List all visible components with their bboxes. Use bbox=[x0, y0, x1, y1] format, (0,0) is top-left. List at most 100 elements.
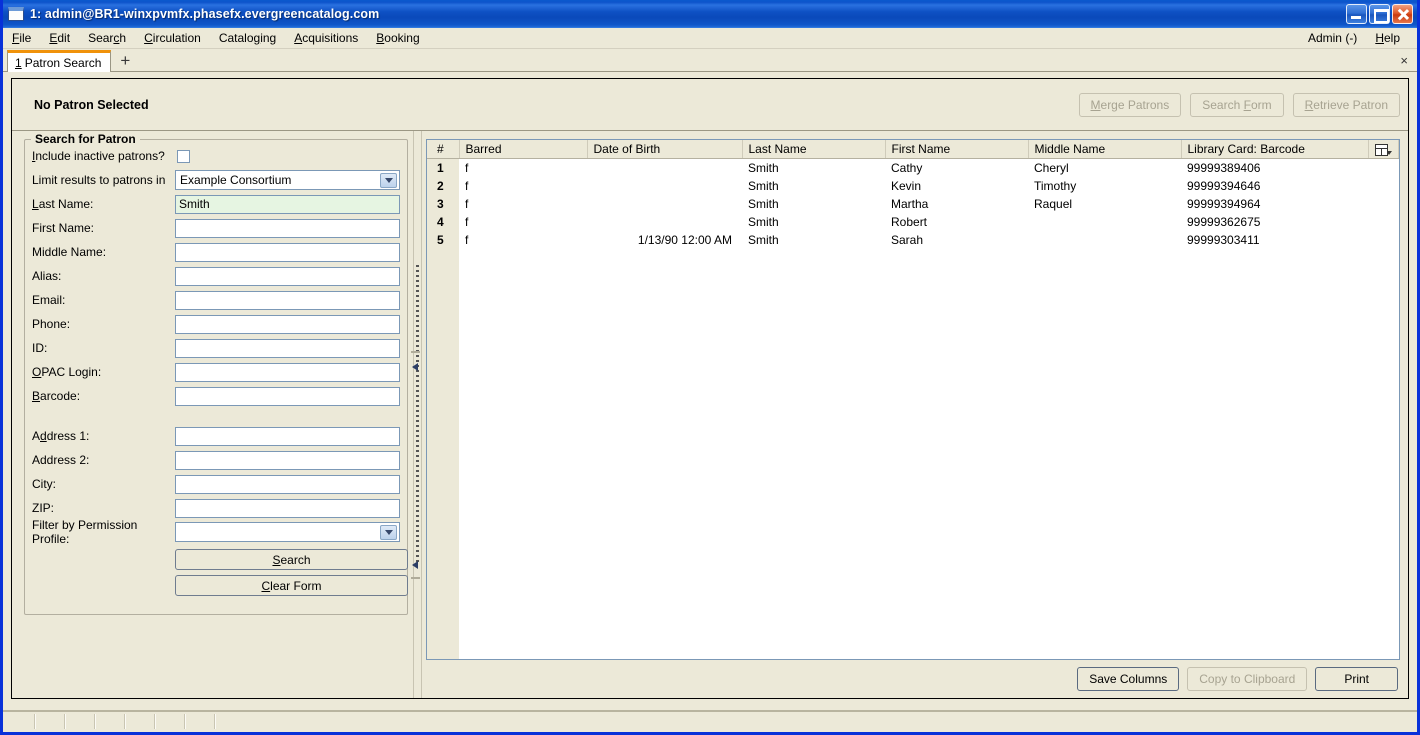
column-header-library-card[interactable]: Library Card: Barcode bbox=[1181, 140, 1369, 159]
phone-label: Phone: bbox=[32, 317, 71, 331]
menu-acquisitions[interactable]: Acquisitions bbox=[285, 29, 367, 47]
first-name-label: First Name: bbox=[32, 221, 95, 235]
panel-splitter[interactable] bbox=[408, 131, 426, 698]
row-limit-results: Limit results to patrons in Example Cons… bbox=[32, 168, 400, 192]
search-form-button[interactable]: Search Form bbox=[1190, 92, 1284, 117]
status-cell-3 bbox=[66, 714, 96, 729]
address2-input[interactable] bbox=[175, 450, 400, 470]
table-row[interactable]: 1 f Smith Cathy Cheryl 99999389406 bbox=[427, 158, 1399, 177]
barcode-label: Barcode: bbox=[32, 389, 81, 403]
collapse-left-arrow-icon-2[interactable] bbox=[412, 561, 418, 569]
patron-header-buttons: Merge Patrons Search Form Retrieve Patro… bbox=[1078, 92, 1400, 117]
cell-last-name: Smith bbox=[748, 214, 779, 229]
last-name-input[interactable] bbox=[175, 194, 400, 214]
email-label: Email: bbox=[32, 293, 66, 307]
application-window: 1: admin@BR1-winxpvmfx.phasefx.evergreen… bbox=[0, 0, 1420, 735]
opac-login-label: OPAC Login: bbox=[32, 365, 102, 379]
title-bar: 1: admin@BR1-winxpvmfx.phasefx.evergreen… bbox=[3, 0, 1417, 28]
print-button[interactable]: Print bbox=[1315, 667, 1398, 691]
zip-input[interactable] bbox=[175, 498, 400, 518]
close-tab-button[interactable]: × bbox=[1400, 53, 1417, 68]
id-input[interactable] bbox=[175, 338, 400, 358]
collapse-left-arrow-icon[interactable] bbox=[412, 363, 418, 371]
splitter-grip[interactable] bbox=[415, 264, 419, 565]
cell-barcode: 99999394646 bbox=[1187, 178, 1261, 193]
retrieve-patron-button[interactable]: Retrieve Patron bbox=[1292, 92, 1400, 117]
menu-file[interactable]: File bbox=[3, 29, 40, 47]
menu-bar-right: Admin (-) Help bbox=[1299, 29, 1417, 47]
limit-results-select[interactable]: Example Consortium bbox=[175, 170, 400, 190]
search-button[interactable]: Search bbox=[175, 549, 408, 570]
column-picker-icon bbox=[1375, 143, 1388, 156]
column-header-first-name[interactable]: First Name bbox=[885, 140, 1029, 159]
city-input[interactable] bbox=[175, 474, 400, 494]
table-row[interactable]: 3 f Smith Martha Raquel 99999394964 bbox=[427, 194, 1399, 213]
include-inactive-checkbox[interactable] bbox=[177, 149, 190, 163]
close-button[interactable] bbox=[1392, 4, 1413, 24]
column-header-last-name[interactable]: Last Name bbox=[742, 140, 886, 159]
barcode-input[interactable] bbox=[175, 386, 400, 406]
row-middle-name: Middle Name: bbox=[32, 240, 400, 264]
cell-index: 4 bbox=[427, 212, 459, 231]
merge-patrons-button[interactable]: Merge Patrons bbox=[1078, 92, 1182, 117]
alias-input[interactable] bbox=[175, 266, 400, 286]
column-header-index[interactable]: # bbox=[427, 140, 460, 159]
copy-to-clipboard-button[interactable]: Copy to Clipboard bbox=[1187, 667, 1308, 691]
row-last-name: Last Name: bbox=[32, 192, 400, 216]
menu-search[interactable]: Search bbox=[79, 29, 135, 47]
results-table-body: 1 f Smith Cathy Cheryl 99999389406 2 f S… bbox=[427, 158, 1399, 249]
limit-results-label: Limit results to patrons in bbox=[32, 173, 166, 187]
first-name-input[interactable] bbox=[175, 218, 400, 238]
menu-admin[interactable]: Admin (-) bbox=[1299, 29, 1366, 47]
patron-header-bar: No Patron Selected Merge Patrons Search … bbox=[12, 79, 1408, 131]
address1-input[interactable] bbox=[175, 426, 400, 446]
save-columns-button[interactable]: Save Columns bbox=[1077, 667, 1180, 691]
search-fieldset: Search for Patron Include inactive patro… bbox=[24, 132, 408, 615]
cell-index: 1 bbox=[427, 158, 459, 177]
status-cell-2 bbox=[36, 714, 66, 729]
email-input[interactable] bbox=[175, 290, 400, 310]
table-row[interactable]: 4 f Smith Robert 99999362675 bbox=[427, 212, 1399, 231]
search-legend: Search for Patron bbox=[31, 132, 140, 146]
menu-edit[interactable]: Edit bbox=[40, 29, 79, 47]
menu-circulation[interactable]: Circulation bbox=[135, 29, 210, 47]
menu-cataloging[interactable]: Cataloging bbox=[210, 29, 285, 47]
opac-login-input[interactable] bbox=[175, 362, 400, 382]
minimize-button[interactable] bbox=[1346, 4, 1367, 24]
status-cell-fill bbox=[216, 714, 1414, 729]
phone-input[interactable] bbox=[175, 314, 400, 334]
permission-profile-select[interactable] bbox=[175, 522, 400, 542]
maximize-button[interactable] bbox=[1369, 4, 1390, 24]
new-tab-button[interactable]: + bbox=[111, 52, 139, 69]
permission-profile-label: Filter by Permission Profile: bbox=[32, 518, 138, 546]
chevron-down-icon bbox=[380, 173, 397, 188]
column-header-dob[interactable]: Date of Birth bbox=[587, 140, 743, 159]
cell-last-name: Smith bbox=[748, 178, 779, 193]
cell-last-name: Smith bbox=[748, 196, 779, 211]
table-row[interactable]: 2 f Smith Kevin Timothy 99999394646 bbox=[427, 176, 1399, 195]
results-bottom-bar: Save Columns Copy to Clipboard Print bbox=[426, 660, 1400, 698]
column-picker-button[interactable] bbox=[1368, 140, 1399, 159]
cell-first-name: Martha bbox=[891, 196, 929, 211]
status-bar bbox=[3, 710, 1417, 732]
column-header-middle-name[interactable]: Middle Name bbox=[1028, 140, 1182, 159]
cell-dob bbox=[587, 159, 742, 177]
column-header-barred[interactable]: Barred bbox=[459, 140, 588, 159]
cell-index: 2 bbox=[427, 176, 459, 195]
menu-help[interactable]: Help bbox=[1366, 29, 1409, 47]
clear-form-button[interactable]: Clear Form bbox=[175, 575, 408, 596]
tab-patron-search[interactable]: 1 Patron Search bbox=[7, 50, 112, 72]
middle-name-input[interactable] bbox=[175, 242, 400, 262]
app-icon bbox=[8, 7, 24, 21]
status-cell-7 bbox=[186, 714, 216, 729]
row-number-gutter bbox=[427, 248, 459, 659]
menu-booking[interactable]: Booking bbox=[367, 29, 428, 47]
row-first-name: First Name: bbox=[32, 216, 400, 240]
table-row[interactable]: 5 f 1/13/90 12:00 AM Smith Sarah 9999930… bbox=[427, 230, 1399, 249]
row-include-inactive: Include inactive patrons? bbox=[32, 144, 400, 168]
cell-barred: f bbox=[465, 232, 469, 247]
results-panel: # Barred Date of Birth Last Name First N… bbox=[426, 131, 1408, 698]
cell-barred: f bbox=[465, 178, 469, 193]
cell-barcode: 99999303411 bbox=[1187, 232, 1260, 247]
splitter-cap-top bbox=[411, 351, 420, 353]
